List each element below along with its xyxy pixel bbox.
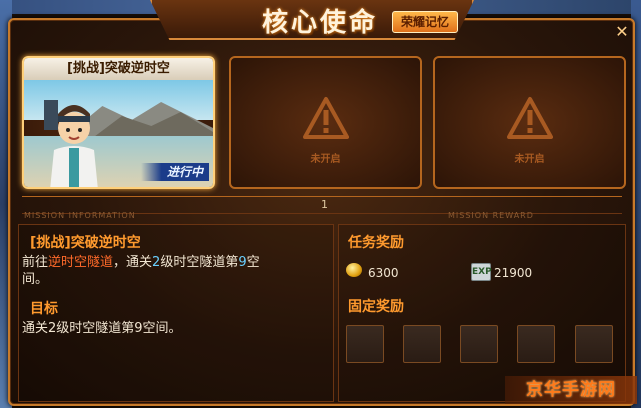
fixed-reward-label: 固定奖励 <box>348 299 404 315</box>
desc-room: 9 <box>238 255 247 270</box>
warning-icon <box>303 97 349 139</box>
desc-text: 级时空隧道第 <box>160 255 239 270</box>
coin-reward-value: 6300 <box>368 266 399 280</box>
window-title: 核心使命 <box>262 8 379 38</box>
mission-reward-label: MISSION REWARD <box>448 211 534 220</box>
mission-card-locked: 未开启 <box>229 56 422 189</box>
desc-text: 空 <box>246 255 260 270</box>
page-number: 1 <box>321 198 328 211</box>
mission-name: [挑战]突破逆时空 <box>30 235 141 251</box>
reward-slot[interactable] <box>346 325 384 363</box>
reward-slot[interactable] <box>403 325 441 363</box>
watermark-logo: 京华手游网 <box>505 376 637 404</box>
mission-card-active[interactable]: [挑战]突破逆时空 进行中 <box>22 56 215 189</box>
coin-icon <box>346 263 362 277</box>
reward-slot[interactable] <box>517 325 555 363</box>
warning-icon <box>507 97 553 139</box>
goal-label: 目标 <box>30 301 58 317</box>
honor-memory-button[interactable]: 荣耀记忆 <box>392 11 458 33</box>
desc-text: ，通关 <box>113 255 153 270</box>
goal-text: 通关2级时空隧道第9空间。 <box>22 321 182 336</box>
close-button[interactable]: ✕ <box>611 22 633 42</box>
mission-description: 前往逆时空隧道，通关2级时空隧道第9空 间。 <box>22 254 322 288</box>
locked-label: 未开启 <box>514 154 545 165</box>
mission-information-label: MISSION INFORMATION <box>24 211 136 220</box>
mission-card-title: [挑战]突破逆时空 <box>24 58 213 80</box>
locked-label: 未开启 <box>310 154 341 165</box>
exp-icon: EXP <box>471 263 492 281</box>
character-portrait <box>44 100 98 187</box>
exp-reward-value: 21900 <box>494 266 533 280</box>
desc-place: 逆时空隧道 <box>48 255 114 270</box>
reward-slot[interactable] <box>460 325 498 363</box>
desc-text: 间。 <box>22 272 49 287</box>
desc-text: 前往 <box>22 255 49 270</box>
mission-card-locked: 未开启 <box>433 56 626 189</box>
reward-slot[interactable] <box>575 325 613 363</box>
mission-status-badge: 进行中 <box>141 163 209 181</box>
task-reward-label: 任务奖励 <box>348 235 404 251</box>
